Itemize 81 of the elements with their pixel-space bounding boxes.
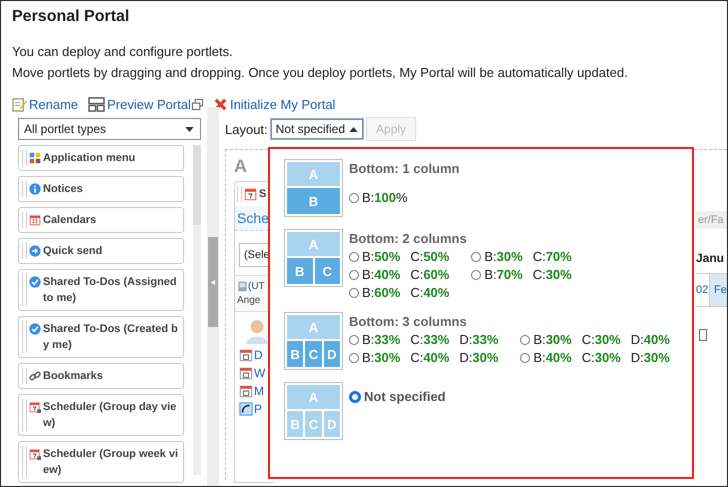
portlet-item[interactable]: Application menu — [18, 145, 184, 171]
layout-icon — [88, 96, 106, 112]
caret-icon — [185, 126, 194, 132]
layout-radio-option[interactable]: B:30% C:40% D:30% — [349, 350, 498, 365]
layout-radio-option[interactable]: B:60% C:40% — [349, 285, 450, 300]
portlet-item[interactable]: Notices — [18, 176, 184, 202]
layout-radio-option[interactable]: B:100% — [349, 190, 423, 205]
group-title: Bottom: 3 columns — [349, 314, 468, 329]
description-text: You can deploy and configure portlets. — [12, 43, 234, 61]
caret-icon — [349, 126, 358, 132]
day-link[interactable]: Fe — [709, 274, 727, 306]
phone-icon — [239, 402, 253, 416]
radio-button[interactable] — [349, 334, 359, 344]
radio-button[interactable] — [471, 252, 482, 262]
collapse-handle[interactable] — [208, 237, 218, 327]
portlet-type-select[interactable]: All portlet types — [18, 118, 201, 140]
timezone-text: (UT — [248, 281, 265, 292]
portlet-item[interactable]: Scheduler (Group day view) — [18, 394, 184, 436]
radio-button[interactable] — [349, 352, 359, 362]
link-icon — [29, 370, 41, 382]
view-link[interactable]: M — [254, 384, 264, 398]
grid-icon — [29, 152, 41, 164]
radio-button[interactable] — [349, 252, 359, 262]
toolbar-link[interactable]: Initialize My Portal — [230, 96, 336, 112]
calendar-icon — [244, 187, 258, 201]
month-title: Janu — [696, 251, 726, 265]
layout-radio-option[interactable]: B:33% C:33% D:33% — [349, 332, 498, 347]
layout-preview-drawing: A B C D — [284, 312, 343, 370]
toolbar-link[interactable]: Preview Portal — [107, 96, 191, 112]
area-label: A — [234, 156, 248, 177]
portlet-item[interactable]: Bookmarks — [18, 363, 184, 389]
day-link[interactable]: 02 — [696, 274, 709, 306]
page-icon — [699, 329, 707, 341]
radio-button[interactable] — [471, 270, 482, 280]
calendar-icon — [29, 448, 41, 460]
calendar-icon — [239, 348, 253, 362]
calendar-icon — [239, 384, 253, 398]
layout-radio-option[interactable]: B:30% C:70% — [471, 249, 572, 264]
portlet-item[interactable]: Calendars — [18, 207, 184, 233]
user-name: Ange — [237, 295, 262, 306]
layout-preview-drawing: A B C D — [284, 382, 343, 440]
group-title: Bottom: 1 column — [349, 161, 460, 176]
building-icon — [237, 281, 248, 292]
layout-select[interactable]: Not specified — [270, 119, 364, 139]
page-title: Personal Portal — [12, 8, 130, 27]
arrow-icon — [29, 245, 41, 257]
portlet-item[interactable]: Quick send — [18, 238, 184, 264]
scrollbar[interactable] — [193, 145, 201, 475]
toolbar-link[interactable]: Rename — [29, 96, 78, 112]
portlet-item[interactable]: Shared To-Dos (Created by me) — [18, 316, 184, 358]
portlet-item[interactable]: Scheduler (Group week view) — [18, 441, 184, 483]
radio-button[interactable] — [520, 352, 530, 362]
radio-button[interactable] — [349, 192, 359, 202]
layout-label: Layout: — [225, 122, 268, 136]
group-title: Bottom: 2 columns — [349, 231, 468, 246]
new-window-icon — [192, 98, 203, 110]
layout-preview-drawing: A B — [284, 159, 343, 217]
radio-button[interactable] — [349, 288, 359, 298]
layout-radio-option[interactable]: Not specified — [349, 389, 446, 404]
layout-radio-option[interactable]: B:70% C:30% — [471, 267, 572, 282]
info-icon — [29, 183, 41, 195]
edit-icon — [12, 96, 27, 112]
layout-radio-option[interactable]: B:30% C:30% D:40% — [520, 332, 670, 347]
view-link[interactable]: W — [254, 366, 266, 380]
radio-button[interactable] — [349, 390, 361, 402]
layout-radio-option[interactable]: B:50% C:50% — [349, 249, 450, 264]
view-link[interactable]: D — [254, 348, 263, 362]
radio-button[interactable] — [349, 270, 359, 280]
layout-radio-option[interactable]: B:40% C:30% D:30% — [520, 350, 670, 365]
layout-radio-option[interactable]: B:40% C:60% — [349, 267, 450, 282]
view-link[interactable]: P — [254, 402, 262, 416]
portlet-title: S — [259, 188, 266, 200]
radio-button[interactable] — [520, 334, 530, 344]
calendar-icon — [239, 366, 253, 380]
layout-preview-drawing: A B C — [284, 229, 343, 287]
description-text: Move portlets by dragging and dropping. Once you deploy portlets, My Portal will be automatically updated. — [12, 64, 629, 82]
cross-icon — [212, 96, 228, 112]
avatar-icon — [244, 318, 270, 344]
portlet-item[interactable]: Shared To-Dos (Assigned to me) — [18, 269, 184, 311]
calendar-icon — [29, 214, 41, 226]
calendar-icon — [29, 401, 41, 413]
